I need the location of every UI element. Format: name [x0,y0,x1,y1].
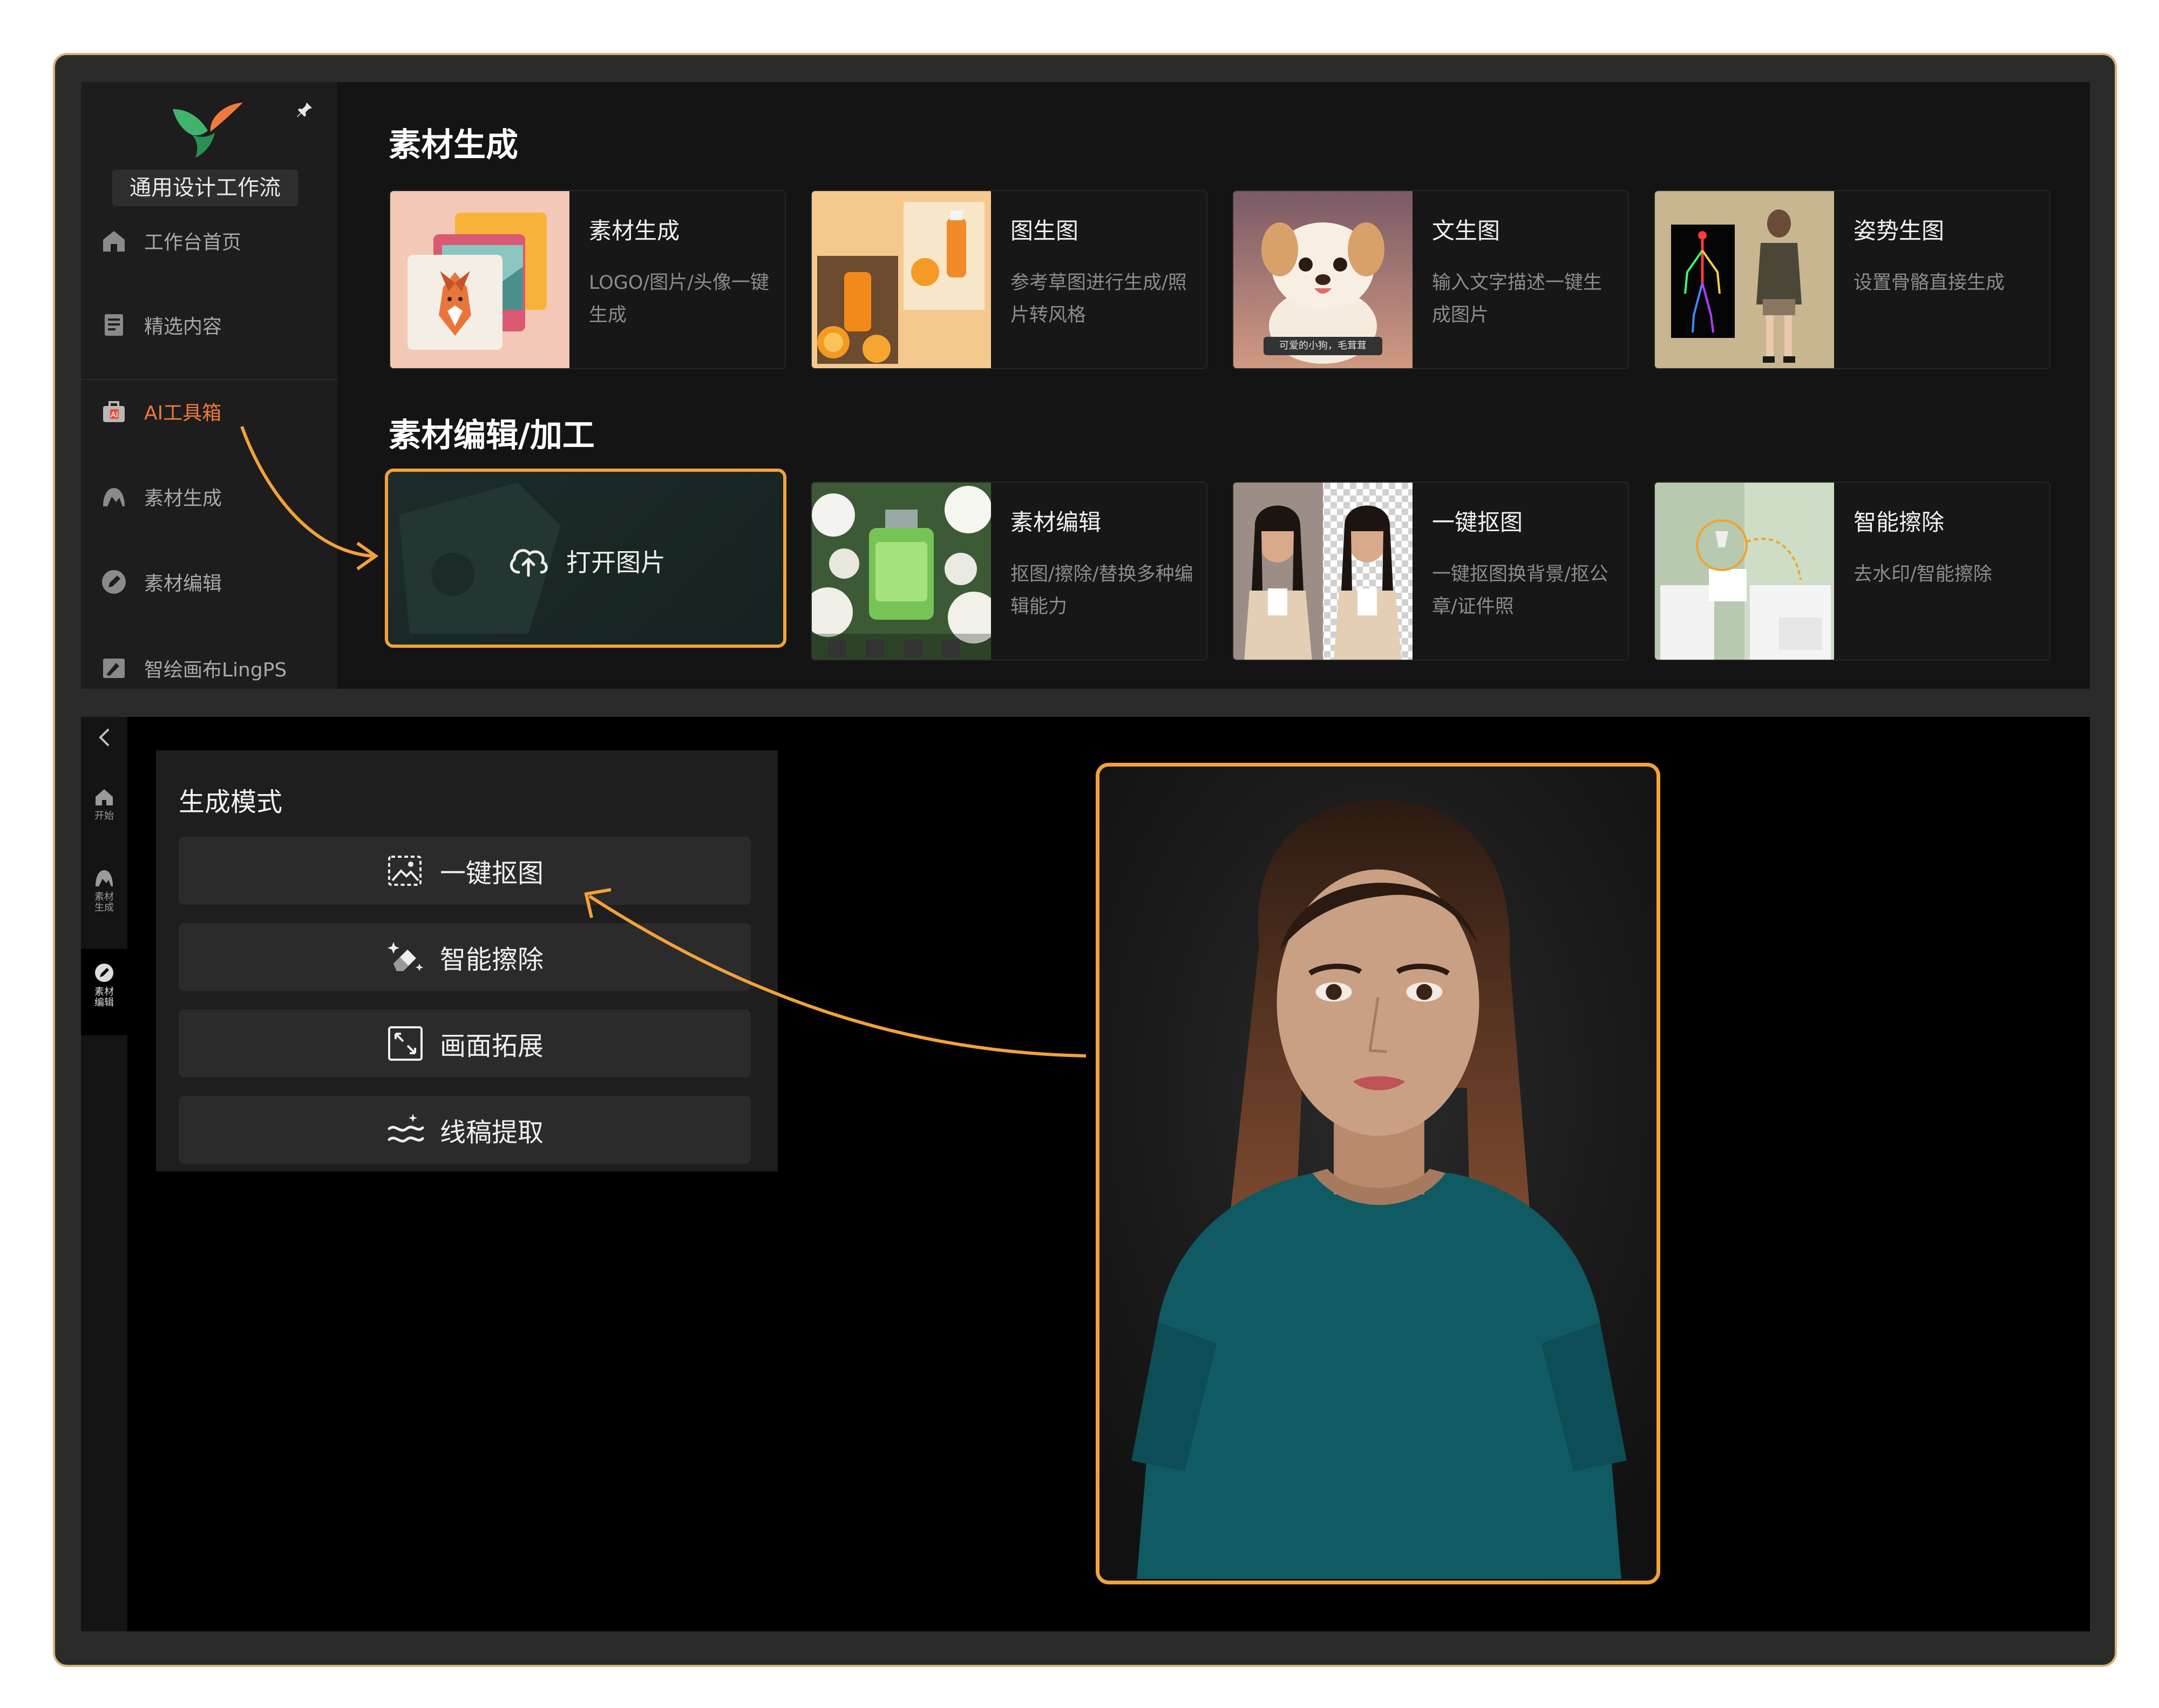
card-thumbnail [1233,483,1413,660]
sidebar-item-ai-toolbox[interactable]: AI AI工具箱 [100,390,327,433]
rail-item-generation[interactable]: 素材生成 [81,862,127,937]
main-content: 素材生成 素材生成 LOGO/图片/头像一键生成 图生图 参考草图进行生成/照片… [337,82,2090,689]
card-title: 图生图 [1010,218,1079,244]
brand-logo-icon [173,103,243,158]
mode-cutout-button[interactable]: 一键抠图 [179,837,751,905]
mode-button-label: 智能擦除 [439,945,544,975]
card-thumbnail [1655,191,1834,368]
edit-icon [102,570,126,594]
sidebar-item-featured[interactable]: 精选内容 [100,303,327,347]
card-description: 参考草图进行生成/照片转风格 [1010,272,1187,326]
expand-icon [388,1026,423,1061]
cutout-icon [388,856,422,886]
card-title: 素材生成 [589,218,680,244]
card-description: 设置骨骼直接生成 [1854,272,2005,294]
rail-item-label: 开始 [94,810,114,822]
card-asset-generation[interactable]: 素材生成 LOGO/图片/头像一键生成 [389,190,786,369]
sidebar-item-editing[interactable]: 素材编辑 [100,560,327,604]
mode-button-label: 线稿提取 [439,1117,544,1148]
card-title: 素材编辑 [1010,509,1102,536]
rail-item-start[interactable]: 开始 [81,781,127,840]
thumbnail-caption: 可爱的小狗，毛茸茸 [1279,340,1367,351]
sidebar-item-label: AI工具箱 [144,402,222,424]
home-icon [103,231,125,252]
toolbox-icon: AI [103,401,125,422]
card-text-to-image[interactable]: 可爱的小狗，毛茸茸 文生图 输入文字描述一键生成图片 [1232,190,1629,369]
sidebar-item-label: 精选内容 [144,316,222,338]
sidebar: 通用设计工作流 工作台首页 精选内容 AI AI工具箱 素材生成 素材编辑 智绘… [81,82,337,689]
eraser-sparkle-icon [387,942,423,971]
card-title: 文生图 [1432,218,1501,244]
sidebar-item-label: 素材生成 [144,487,222,510]
sidebar-item-canvas[interactable]: 智绘画布LingPS [100,647,327,689]
card-description: 一键抠图换背景/抠公章/证件照 [1432,564,1608,618]
rail-item-label: 素材生成 [94,891,114,913]
left-rail: 开始 素材生成 素材编辑 [81,717,127,1631]
toolbox-screen: 通用设计工作流 工作台首页 精选内容 AI AI工具箱 素材生成 素材编辑 智绘… [81,82,2090,689]
card-description: 去水印/智能擦除 [1854,564,1992,585]
document-icon [105,314,123,336]
svg-text:AI: AI [111,411,118,419]
card-description: 输入文字描述一键生成图片 [1432,272,1603,326]
pin-icon[interactable] [295,100,314,120]
open-image-label: 打开图片 [566,548,666,577]
rail-item-editing[interactable]: 素材编辑 [81,949,127,1035]
sidebar-item-label: 工作台首页 [144,232,242,254]
sidebar-item-home[interactable]: 工作台首页 [100,219,327,262]
lineart-wave-icon [388,1114,424,1143]
card-thumbnail [812,483,991,660]
mode-button-label: 画面拓展 [439,1031,544,1061]
sidebar-divider [81,379,337,380]
card-thumbnail [390,191,569,368]
section-title-generation: 素材生成 [389,126,518,164]
card-thumbnail [1655,483,1834,660]
mode-panel-title: 生成模式 [179,787,283,817]
sidebar-item-label: 智绘画布LingPS [144,659,287,681]
card-description: LOGO/图片/头像一键生成 [589,272,770,326]
generation-icon [96,870,113,886]
mode-button-label: 一键抠图 [439,858,544,889]
mode-lineart-button[interactable]: 线稿提取 [179,1096,751,1164]
editor-screen: 开始 素材生成 素材编辑 生成模式 一键抠图 智能擦除 画面拓展 线稿提取 [81,717,2090,1631]
card-description: 抠图/擦除/替换多种编辑能力 [1010,564,1193,618]
canvas-icon [103,659,125,678]
generation-mode-panel: 生成模式 一键抠图 智能擦除 画面拓展 线稿提取 [156,750,778,1171]
card-image-to-image[interactable]: 图生图 参考草图进行生成/照片转风格 [811,190,1207,369]
edit-icon [95,964,113,982]
card-title: 一键抠图 [1432,509,1523,536]
home-icon [96,789,113,805]
open-image-button[interactable]: 打开图片 [385,469,786,648]
generation-icon [103,488,125,506]
card-cutout[interactable]: 一键抠图 一键抠图换背景/抠公章/证件照 [1232,482,1629,661]
card-smart-erase[interactable]: 智能擦除 去水印/智能擦除 [1654,482,2051,661]
card-title: 姿势生图 [1854,218,1945,244]
cloud-upload-icon [510,549,548,577]
sidebar-item-generation[interactable]: 素材生成 [100,475,327,518]
card-thumbnail [812,191,991,368]
sidebar-item-label: 素材编辑 [144,573,222,595]
card-pose-to-image[interactable]: 姿势生图 设置骨骼直接生成 [1654,190,2051,369]
section-title-editing: 素材编辑/加工 [389,417,595,455]
chevron-left-icon[interactable] [95,727,113,748]
portrait-image [1096,763,1660,1584]
rail-item-label: 素材编辑 [94,986,114,1008]
mode-smart-erase-button[interactable]: 智能擦除 [179,923,751,991]
workflow-selector[interactable]: 通用设计工作流 [112,170,298,206]
card-title: 智能擦除 [1854,509,1945,536]
card-asset-edit[interactable]: 素材编辑 抠图/擦除/替换多种编辑能力 [811,482,1207,661]
portrait-photo [1099,768,1656,1579]
mode-expand-button[interactable]: 画面拓展 [179,1009,751,1077]
